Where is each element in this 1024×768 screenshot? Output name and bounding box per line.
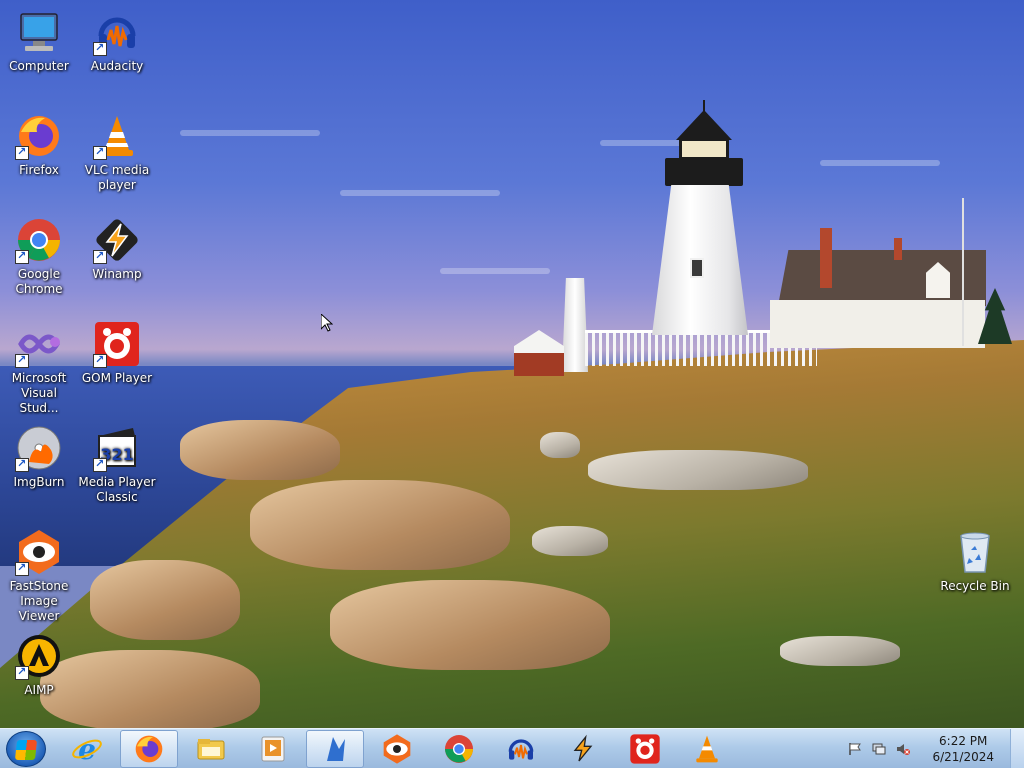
- desktop-icon-label: Audacity: [90, 59, 144, 73]
- shed: [514, 330, 564, 376]
- winamp-icon: [93, 216, 141, 264]
- action-center-flag-icon[interactable]: [848, 742, 862, 756]
- windows-logo-icon: [14, 740, 38, 760]
- audacity-icon: [93, 8, 141, 56]
- desktop-icon-visual-studio[interactable]: Microsoft Visual Stud...: [0, 320, 78, 416]
- network-icon[interactable]: [872, 742, 886, 756]
- desktop-icon-label: Media Player Classic: [78, 475, 156, 504]
- desktop-icon-audacity[interactable]: Audacity: [78, 8, 156, 74]
- gom-player-icon: [630, 734, 660, 764]
- house-roof: [778, 250, 986, 306]
- taskbar-vlc[interactable]: [678, 730, 736, 768]
- desktop-icon-gom-player[interactable]: GOM Player: [78, 320, 156, 386]
- chrome-icon: [15, 216, 63, 264]
- taskbar-chrome[interactable]: [430, 730, 488, 768]
- desktop-background: Computer Audacity Firefox VLC media play…: [0, 0, 1024, 728]
- audacity-icon: [508, 739, 534, 760]
- file-explorer-icon: [197, 739, 225, 760]
- visual-studio-icon: [327, 737, 345, 761]
- desktop-icon-label: ImgBurn: [13, 475, 65, 489]
- system-tray: 6:22 PM 6/21/2024: [848, 729, 994, 768]
- visual-studio-icon: [15, 320, 63, 368]
- desktop-icon-media-player-classic[interactable]: 321 Media Player Classic: [78, 424, 156, 505]
- desktop-icon-label: Google Chrome: [15, 267, 63, 296]
- desktop-icon-label: Microsoft Visual Stud...: [11, 371, 67, 415]
- media-player-icon: [261, 736, 285, 762]
- desktop-icon-chrome[interactable]: Google Chrome: [0, 216, 78, 297]
- vlc-icon: [93, 112, 141, 160]
- svg-text:e: e: [78, 733, 96, 765]
- firefox-icon: [15, 112, 63, 160]
- taskbar-visual-studio[interactable]: [306, 730, 364, 768]
- gom-player-icon: [93, 320, 141, 368]
- desktop-icon-label: GOM Player: [81, 371, 153, 385]
- media-player-classic-icon: 321: [93, 424, 141, 472]
- desktop-icon-label: Recycle Bin: [940, 579, 1010, 593]
- taskbar-gom-player[interactable]: [616, 730, 674, 768]
- desktop-icon-label: Winamp: [92, 267, 142, 281]
- taskbar-faststone[interactable]: [368, 730, 426, 768]
- desktop-icon-vlc[interactable]: VLC media player: [78, 112, 156, 193]
- aimp-icon: [15, 632, 63, 680]
- clock[interactable]: 6:22 PM 6/21/2024: [932, 733, 994, 765]
- desktop-icon-label: Firefox: [19, 163, 59, 177]
- faststone-icon: [383, 734, 411, 764]
- internet-explorer-icon: e: [72, 733, 102, 765]
- faststone-icon: [15, 528, 63, 576]
- computer-icon: [15, 8, 63, 56]
- taskbar-file-explorer[interactable]: [182, 730, 240, 768]
- desktop-icon-label: AIMP: [24, 683, 54, 697]
- show-desktop-button[interactable]: [1010, 729, 1024, 768]
- clock-date: 6/21/2024: [932, 750, 994, 764]
- desktop-icon-aimp[interactable]: AIMP: [0, 632, 78, 698]
- vlc-icon: [696, 735, 718, 763]
- taskbar-firefox[interactable]: [120, 730, 178, 768]
- taskbar: e 6:22 PM 6/21/2024: [0, 728, 1024, 768]
- desktop-icon-label: VLC media player: [84, 163, 150, 192]
- chrome-icon: [445, 735, 473, 763]
- taskbar-internet-explorer[interactable]: e: [58, 730, 116, 768]
- recycle-bin-icon: [951, 528, 999, 576]
- desktop-icon-faststone[interactable]: FastStone Image Viewer: [0, 528, 78, 624]
- mouse-cursor: [321, 314, 333, 332]
- desktop-icon-computer[interactable]: Computer: [0, 8, 78, 74]
- lighthouse-lantern: [679, 138, 729, 160]
- volume-muted-icon[interactable]: [896, 742, 911, 756]
- desktop-icon-winamp[interactable]: Winamp: [78, 216, 156, 282]
- taskbar-winamp[interactable]: [554, 730, 612, 768]
- start-button[interactable]: [6, 731, 46, 767]
- firefox-icon: [135, 735, 163, 763]
- desktop-icon-label: Computer: [9, 59, 69, 73]
- desktop-icon-label: FastStone Image Viewer: [9, 579, 69, 623]
- winamp-icon: [573, 734, 593, 762]
- desktop-icon-recycle-bin[interactable]: Recycle Bin: [936, 528, 1014, 594]
- house: [770, 300, 985, 348]
- clock-time: 6:22 PM: [939, 734, 988, 748]
- taskbar-audacity[interactable]: [492, 730, 550, 768]
- lighthouse-roof: [676, 110, 732, 140]
- imgburn-icon: [15, 424, 63, 472]
- desktop-icon-firefox[interactable]: Firefox: [0, 112, 78, 178]
- taskbar-media-player[interactable]: [244, 730, 302, 768]
- desktop-icon-imgburn[interactable]: ImgBurn: [0, 424, 78, 490]
